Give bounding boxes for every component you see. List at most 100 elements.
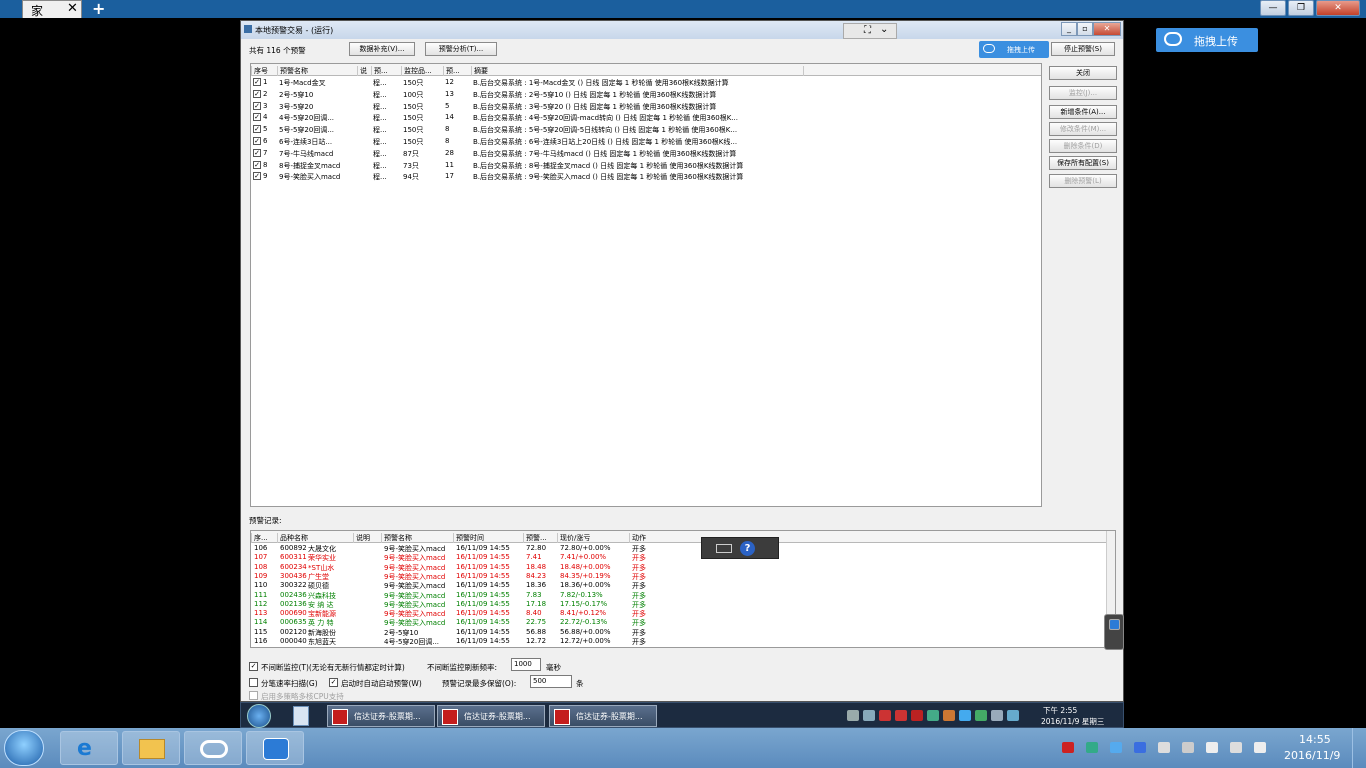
multi-core-checkbox[interactable] [249,691,258,700]
window-close-button[interactable]: ✕ [1093,22,1121,36]
row-checkbox[interactable]: ✓ [253,125,261,134]
table-row[interactable]: 113 000690 宝新能源 9号-笑脸买入macd 16/11/09 14:55 8.… [251,609,1115,618]
window-maximize-button[interactable]: ▫ [1077,22,1093,36]
table-row[interactable]: 112 002136 安 纳 达 9号-笑脸买入macd 16/11/09 14:55 1… [251,600,1115,609]
tray-icon[interactable] [895,710,907,721]
table-row[interactable]: 114 000635 英 力 特 9号-笑脸买入macd 16/11/09 14:55 2… [251,618,1115,627]
tray-icon[interactable] [911,710,923,721]
window-toolbar-widget[interactable]: ⛶ ⌄ [843,23,897,39]
tray-icon[interactable] [863,710,875,721]
alerts-header-2[interactable]: 说 [357,66,367,76]
side-button-5[interactable]: 保存所有配置(S) [1049,156,1117,170]
outer-minimize-button[interactable]: — [1260,0,1286,16]
table-row[interactable]: ✓ 6 6号-连续3日站... 程... 150只 8 B.后台交易系统 : 6号-连续3日… [251,136,1041,148]
tray-icon[interactable] [959,710,971,721]
tick-scan-checkbox[interactable] [249,678,258,687]
row-checkbox[interactable]: ✓ [253,137,261,145]
table-row[interactable]: 115 002120 新海股份 2号-5穿10 16/11/09 14:55 56.88 5… [251,628,1115,637]
auto-start-checkbox[interactable]: ✓ [329,678,338,687]
refresh-freq-input[interactable]: 1000 [511,658,541,671]
alerts-header-0[interactable]: 序号 [251,66,268,76]
taskbar-ie[interactable]: e [60,731,118,765]
table-row[interactable]: 116 000040 东旭蓝天 4号-5穿20回调... 16/11/09 14:55 1… [251,637,1115,646]
new-tab-icon[interactable]: + [92,0,105,18]
alerts-header-5[interactable]: 预... [443,66,460,76]
taskbar-teamviewer[interactable] [246,731,304,765]
table-row[interactable]: ✓ 3 3号-5穿20 程... 150只 5 B.后台交易系统 : 3号-5穿20 () … [251,101,1041,113]
start-button[interactable] [247,704,271,728]
tab-close-icon[interactable]: ✕ [67,1,78,16]
records-header-7[interactable]: 动作 [629,533,646,543]
side-button-0[interactable]: 关闭 [1049,66,1117,80]
table-row[interactable]: ✓ 8 8号-捕捉金叉macd 程... 73只 11 B.后台交易系统 : 8号-捕捉金叉… [251,160,1041,172]
outer-maximize-button[interactable]: ❐ [1288,0,1314,16]
alerts-header-4[interactable]: 监控品... [401,66,432,76]
tray-icon[interactable] [1007,710,1019,721]
taskbar-cloud[interactable] [184,731,242,765]
table-row[interactable]: ✓ 2 2号-5穿10 程... 100只 13 B.后台交易系统 : 2号-5穿10 ()… [251,89,1041,101]
tray-icon[interactable] [847,710,859,721]
records-header-1[interactable]: 品种名称 [277,533,308,543]
table-row[interactable]: 110 300322 硕贝德 9号-笑脸买入macd 16/11/09 14:55 18.… [251,581,1115,590]
upload-button-inner[interactable]: 拖拽上传 [979,41,1049,58]
row-checkbox[interactable]: ✓ [253,160,261,169]
alerts-header-6[interactable]: 摘要 [471,66,488,76]
tray-icon[interactable] [1134,742,1146,753]
side-button-3[interactable]: 修改条件(M)... [1049,122,1117,136]
tray-icon[interactable] [1182,742,1194,753]
tray-icon[interactable] [1206,742,1218,753]
taskbar-app-2[interactable]: 信达证券-股票期... [549,705,657,727]
upload-button[interactable]: 拖拽上传 [1156,28,1258,52]
side-button-6[interactable]: 删除预警(L) [1049,174,1117,188]
tray-icon[interactable] [943,710,955,721]
table-row[interactable]: ✓ 5 5号-5穿20回调... 程... 150只 8 B.后台交易系统 : 5号-5穿2… [251,124,1041,136]
alerts-header-1[interactable]: 预警名称 [277,66,308,76]
table-row[interactable]: ✓ 1 1号-Macd金叉 程... 150只 12 B.后台交易系统 : 1号-Macd金… [251,77,1041,89]
max-records-input[interactable]: 500 [530,675,572,688]
tray-icon[interactable] [1086,742,1098,753]
keyboard-icon[interactable] [716,544,732,553]
table-row[interactable]: 107 600311 荣华实业 9号-笑脸买入macd 16/11/09 14:55 7.… [251,553,1115,562]
row-checkbox[interactable]: ✓ [253,172,261,181]
table-row[interactable]: 109 300436 广生堂 9号-笑脸买入macd 16/11/09 14:55 84.… [251,572,1115,581]
records-header-3[interactable]: 预警名称 [381,533,412,543]
tray-icon[interactable] [879,710,891,721]
tab-home[interactable]: 家 ✕ [22,0,82,18]
tray-icon[interactable] [1110,742,1122,753]
floating-toolbar[interactable]: ? [701,537,779,559]
tray-icon[interactable] [1062,742,1074,753]
side-widget[interactable] [1104,614,1124,650]
table-row[interactable]: ✓ 9 9号-笑脸买入macd 程... 94只 17 B.后台交易系统 : 9号-笑脸买入… [251,171,1041,183]
chevron-down-icon[interactable]: ⌄ [880,24,888,35]
windows-start-button[interactable] [4,730,44,766]
table-row[interactable]: 111 002436 兴森科技 9号-笑脸买入macd 16/11/09 14:55 7.… [251,591,1115,600]
row-checkbox[interactable]: ✓ [253,101,261,110]
records-header-2[interactable]: 说明 [353,533,370,543]
alert-analysis-button[interactable]: 预警分析(T)... [425,42,497,56]
side-button-2[interactable]: 新增条件(A)... [1049,105,1117,119]
taskbar-app-1[interactable]: 信达证券-股票期... [437,705,545,727]
records-table[interactable]: 序... 品种名称 说明 预警名称 预警时间 预警... 现价/涨亏 动作 106 600892… [250,530,1116,648]
help-icon[interactable]: ? [740,541,755,556]
tray-icon[interactable] [1230,742,1242,753]
tray-icon[interactable] [975,710,987,721]
alerts-table[interactable]: 序号 预警名称说预... 监控品... 预... 摘要 ✓ 1 1号-Macd金叉 程... 1… [250,63,1042,507]
taskbar-app-0[interactable]: 信达证券-股票期... [327,705,435,727]
tray-icon[interactable] [1254,742,1266,753]
table-row[interactable]: 106 600892 大晟文化 9号-笑脸买入macd 16/11/09 14:55 72… [251,544,1115,553]
table-row[interactable]: ✓ 7 7号-牛马线macd 程... 87只 28 B.后台交易系统 : 7号-牛马线ma… [251,148,1041,160]
records-header-4[interactable]: 预警时间 [453,533,484,543]
show-desktop-button[interactable] [1352,728,1366,768]
alerts-header-3[interactable]: 预... [371,66,388,76]
records-header-5[interactable]: 预警... [523,533,547,543]
calculator-icon[interactable] [293,706,309,726]
taskbar-explorer[interactable] [122,731,180,765]
table-row[interactable]: 108 600234 *ST山水 9号-笑脸买入macd 16/11/09 14:55 1… [251,563,1115,572]
continuous-monitor-checkbox[interactable]: ✓ [249,662,258,671]
window-minimize-button[interactable]: _ [1061,22,1077,36]
row-checkbox[interactable]: ✓ [253,78,261,86]
records-header-6[interactable]: 现价/涨亏 [557,533,590,543]
tray-icon[interactable] [927,710,939,721]
outer-close-button[interactable]: ✕ [1316,0,1360,16]
side-button-4[interactable]: 删除条件(D) [1049,139,1117,153]
